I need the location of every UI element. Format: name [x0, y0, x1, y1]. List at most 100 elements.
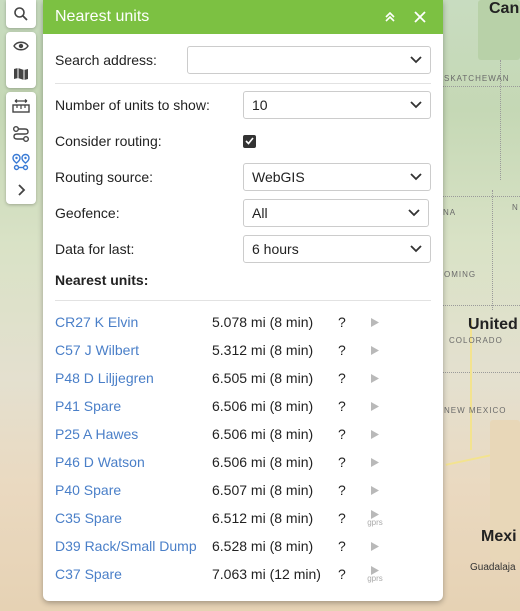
play-icon: [371, 373, 379, 383]
unit-row: P46 D Watson 6.506 mi (8 min)?: [55, 448, 431, 476]
unit-row: C35 Spare 6.512 mi (8 min)? gprs: [55, 504, 431, 532]
gprs-label: gprs: [367, 518, 383, 527]
map-label-colorado: COLORADO: [449, 336, 503, 345]
unit-track-button[interactable]: [360, 429, 390, 439]
search-button[interactable]: [6, 0, 36, 28]
unit-name-link[interactable]: P40 Spare: [55, 482, 212, 498]
divider: [55, 83, 431, 84]
map-layers-button[interactable]: [6, 60, 36, 88]
unit-status-unknown: ?: [338, 398, 346, 414]
unit-track-button[interactable]: [360, 373, 390, 383]
unit-track-button[interactable]: [360, 317, 390, 327]
play-icon: [371, 401, 379, 411]
gprs-label: gprs: [367, 574, 383, 583]
unit-row: P25 A Hawes 6.506 mi (8 min)?: [55, 420, 431, 448]
visibility-button[interactable]: [6, 32, 36, 60]
map-label-n: N: [512, 203, 519, 212]
chevron-down-icon: [408, 209, 420, 217]
geofence-value: All: [252, 205, 268, 221]
search-address-input[interactable]: [187, 46, 431, 74]
consider-routing-checkbox[interactable]: [243, 134, 256, 148]
consider-routing-row: Consider routing:: [55, 127, 431, 155]
close-panel-button[interactable]: [409, 6, 431, 28]
units-to-show-value: 10: [252, 97, 268, 113]
routes-button[interactable]: [6, 120, 36, 148]
play-icon: [371, 541, 379, 551]
chevron-down-icon: [410, 173, 422, 181]
divider: [55, 300, 431, 301]
nearest-units-button[interactable]: [6, 148, 36, 176]
map-label-saskatchewan: SKATCHEWAN: [444, 74, 510, 83]
map-label-na: NA: [443, 208, 457, 217]
play-icon: [371, 485, 379, 495]
unit-track-button[interactable]: gprs: [360, 566, 390, 583]
chevron-down-icon: [410, 56, 422, 64]
unit-track-button[interactable]: gprs: [360, 510, 390, 527]
unit-track-button[interactable]: [360, 541, 390, 551]
toolbar-group-tools: [6, 92, 36, 204]
unit-name-link[interactable]: D39 Rack/Small Dump: [55, 538, 212, 554]
search-address-row: Search address:: [55, 46, 431, 74]
unit-track-button[interactable]: [360, 401, 390, 411]
map-label-mexico: Mexi: [481, 528, 517, 545]
play-icon: [371, 345, 379, 355]
map-label-united: United: [468, 316, 518, 333]
unit-distance: 6.506 mi (8 min): [212, 426, 314, 442]
search-icon: [14, 7, 28, 21]
unit-status-unknown: ?: [338, 454, 346, 470]
unit-name-link[interactable]: CR27 K Elvin: [55, 314, 212, 330]
nearest-units-panel: Nearest units Search address: Number of …: [43, 0, 443, 601]
unit-name-link[interactable]: C37 Spare: [55, 566, 212, 582]
unit-distance: 6.505 mi (8 min): [212, 370, 314, 386]
unit-distance: 6.528 mi (8 min): [212, 538, 314, 554]
unit-name-link[interactable]: C57 J Wilbert: [55, 342, 212, 358]
left-toolbar: [6, 0, 36, 208]
unit-row: P40 Spare 6.507 mi (8 min)?: [55, 476, 431, 504]
unit-name-link[interactable]: P25 A Hawes: [55, 426, 212, 442]
map-icon: [14, 68, 28, 80]
unit-name-link[interactable]: P41 Spare: [55, 398, 212, 414]
expand-toolbar-button[interactable]: [6, 176, 36, 204]
unit-distance: 7.063 mi (12 min): [212, 566, 321, 582]
chevron-down-icon: [410, 101, 422, 109]
data-for-last-label: Data for last:: [55, 241, 135, 257]
play-icon: [371, 317, 379, 327]
unit-track-button[interactable]: [360, 345, 390, 355]
measure-button[interactable]: [6, 92, 36, 120]
eye-icon: [13, 41, 29, 51]
unit-distance: 6.506 mi (8 min): [212, 454, 314, 470]
unit-status-unknown: ?: [338, 342, 346, 358]
unit-track-button[interactable]: [360, 457, 390, 467]
checkmark-icon: [245, 137, 254, 145]
toolbar-group-search: [6, 0, 36, 28]
data-for-last-select[interactable]: 6 hours: [243, 235, 431, 263]
unit-row: D39 Rack/Small Dump 6.528 mi (8 min)?: [55, 532, 431, 560]
play-icon: [371, 457, 379, 467]
route-icon: [13, 126, 29, 142]
close-icon: [414, 11, 426, 23]
units-to-show-label: Number of units to show:: [55, 97, 210, 113]
geofence-select[interactable]: All: [243, 199, 429, 227]
data-for-last-value: 6 hours: [252, 241, 299, 257]
consider-routing-label: Consider routing:: [55, 133, 162, 149]
units-to-show-row: Number of units to show: 10: [55, 91, 431, 119]
collapse-panel-button[interactable]: [379, 6, 401, 28]
panel-title: Nearest units: [55, 8, 150, 25]
play-icon: [371, 429, 379, 439]
routing-source-value: WebGIS: [252, 169, 305, 185]
unit-distance: 5.312 mi (8 min): [212, 342, 314, 358]
map-label-canada: Can: [489, 0, 520, 17]
unit-status-unknown: ?: [338, 538, 346, 554]
unit-name-link[interactable]: P46 D Watson: [55, 454, 212, 470]
unit-name-link[interactable]: P48 D Liljjegren: [55, 370, 212, 386]
unit-distance: 5.078 mi (8 min): [212, 314, 314, 330]
routing-source-select[interactable]: WebGIS: [243, 163, 431, 191]
unit-track-button[interactable]: [360, 485, 390, 495]
ruler-icon: [12, 99, 30, 113]
units-to-show-select[interactable]: 10: [243, 91, 431, 119]
geofence-row: Geofence: All: [55, 199, 429, 227]
unit-status-unknown: ?: [338, 314, 346, 330]
unit-name-link[interactable]: C35 Spare: [55, 510, 212, 526]
map-label-guadalajara: Guadalaja: [470, 562, 516, 573]
unit-row: P48 D Liljjegren 6.505 mi (8 min)?: [55, 364, 431, 392]
